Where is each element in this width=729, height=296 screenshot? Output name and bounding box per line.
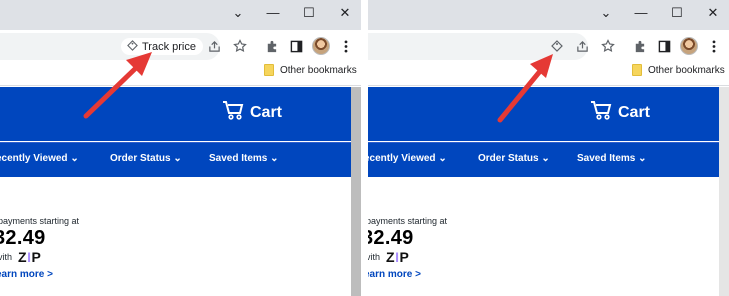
cart-label: Cart <box>618 103 651 121</box>
avatar[interactable] <box>312 37 330 55</box>
bookmarks-bar: Other bookmarks <box>0 62 361 86</box>
title-bar: ⌄ — ☐ ✕ <box>0 0 361 30</box>
panel-divider <box>361 0 368 296</box>
nav-label: Saved Items <box>577 153 636 164</box>
nav-label: Saved Items <box>209 153 268 164</box>
avatar[interactable] <box>680 37 698 55</box>
chevron-down-icon: ⌄ <box>173 153 182 164</box>
payments-text: payments starting at <box>368 216 448 226</box>
chevron-down-icon: ⌄ <box>541 153 550 164</box>
title-bar: ⌄ — ☐ ✕ <box>368 0 729 30</box>
other-bookmarks[interactable]: Other bookmarks <box>632 64 725 76</box>
other-bookmarks-label: Other bookmarks <box>648 64 725 76</box>
price: 32.49 <box>0 227 46 249</box>
track-price-chip[interactable]: Track price <box>121 38 203 55</box>
track-price-label: Track price <box>142 40 196 53</box>
tab-search-dropdown[interactable]: ⌄ <box>227 3 249 23</box>
learn-more-link[interactable]: earn more > <box>0 269 53 280</box>
scrollbar-track[interactable] <box>719 87 729 296</box>
nav-order-status[interactable]: Order Status ⌄ <box>110 153 182 164</box>
site-header <box>0 87 351 141</box>
track-price-icon <box>127 39 138 54</box>
learn-more-link[interactable]: earn more > <box>368 269 421 280</box>
scrollbar-thumb[interactable] <box>351 87 361 296</box>
browser-window-before: ⌄ — ☐ ✕ Track price Other bookmarks Cart… <box>0 0 361 296</box>
folder-icon <box>264 64 274 76</box>
other-bookmarks[interactable]: Other bookmarks <box>264 64 357 76</box>
folder-icon <box>632 64 642 76</box>
tab-search-dropdown[interactable]: ⌄ <box>595 3 617 23</box>
cart-label: Cart <box>250 103 283 121</box>
browser-window-after: ⌄ — ☐ ✕ Other bookmarks Cart ecently Vie… <box>368 0 729 296</box>
nav-label: Order Status <box>110 153 171 164</box>
minimize-button[interactable]: — <box>630 3 652 23</box>
track-price-icon[interactable] <box>548 37 566 55</box>
star-icon[interactable] <box>231 37 249 55</box>
with-text: vith <box>0 252 13 262</box>
price: 32.49 <box>368 227 414 249</box>
nav-saved-items[interactable]: Saved Items ⌄ <box>209 153 279 164</box>
share-icon[interactable] <box>573 37 591 55</box>
cart-link[interactable]: Cart <box>222 100 282 125</box>
payments-text: payments starting at <box>0 216 80 226</box>
nav-label: ecently Viewed <box>368 153 436 164</box>
share-icon[interactable] <box>205 37 223 55</box>
nav-recently-viewed[interactable]: ecently Viewed ⌄ <box>0 153 79 164</box>
side-panel-icon[interactable] <box>655 37 673 55</box>
screenshot-comparison: ⌄ — ☐ ✕ Track price Other bookmarks Cart… <box>0 0 729 296</box>
chevron-down-icon: ⌄ <box>438 153 447 164</box>
star-icon[interactable] <box>599 37 617 55</box>
nav-order-status[interactable]: Order Status ⌄ <box>478 153 550 164</box>
cart-icon <box>222 100 244 125</box>
zip-logo: ZIP <box>386 249 410 265</box>
bookmarks-bar: Other bookmarks <box>368 62 729 86</box>
menu-icon[interactable] <box>337 37 355 55</box>
minimize-button[interactable]: — <box>262 3 284 23</box>
cart-icon <box>590 100 612 125</box>
close-button[interactable]: ✕ <box>334 3 356 23</box>
nav-recently-viewed[interactable]: ecently Viewed ⌄ <box>368 153 447 164</box>
with-text: vith <box>368 252 381 262</box>
chevron-down-icon: ⌄ <box>70 153 79 164</box>
nav-saved-items[interactable]: Saved Items ⌄ <box>577 153 647 164</box>
nav-label: Order Status <box>478 153 539 164</box>
extensions-icon[interactable] <box>630 37 648 55</box>
maximize-button[interactable]: ☐ <box>666 3 688 23</box>
zip-logo: ZIP <box>18 249 42 265</box>
close-button[interactable]: ✕ <box>702 3 724 23</box>
menu-icon[interactable] <box>705 37 723 55</box>
chevron-down-icon: ⌄ <box>270 153 279 164</box>
cart-link[interactable]: Cart <box>590 100 650 125</box>
chevron-down-icon: ⌄ <box>638 153 647 164</box>
nav-label: ecently Viewed <box>0 153 68 164</box>
site-header <box>368 87 719 141</box>
maximize-button[interactable]: ☐ <box>298 3 320 23</box>
other-bookmarks-label: Other bookmarks <box>280 64 357 76</box>
side-panel-icon[interactable] <box>287 37 305 55</box>
extensions-icon[interactable] <box>262 37 280 55</box>
